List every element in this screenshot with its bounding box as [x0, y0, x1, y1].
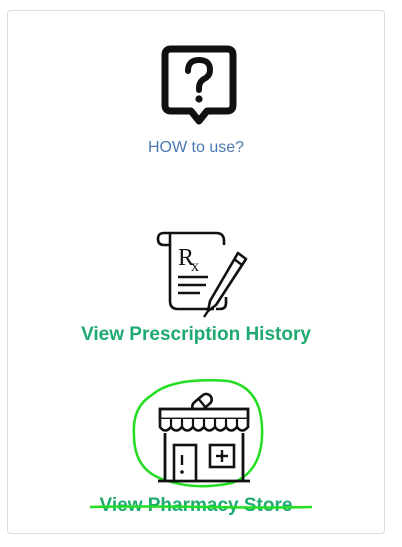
question-bubble-icon[interactable] — [161, 43, 237, 127]
menu-card: HOW to use? R x View Prescription Histor… — [7, 10, 385, 534]
view-prescription-history-link[interactable]: View Prescription History — [8, 324, 384, 346]
green-underline-annotation — [89, 505, 313, 509]
prescription-icon[interactable]: R x — [156, 225, 252, 321]
svg-text:x: x — [191, 258, 199, 275]
how-to-use-link[interactable]: HOW to use? — [8, 139, 384, 157]
pharmacy-store-icon[interactable] — [132, 379, 272, 491]
